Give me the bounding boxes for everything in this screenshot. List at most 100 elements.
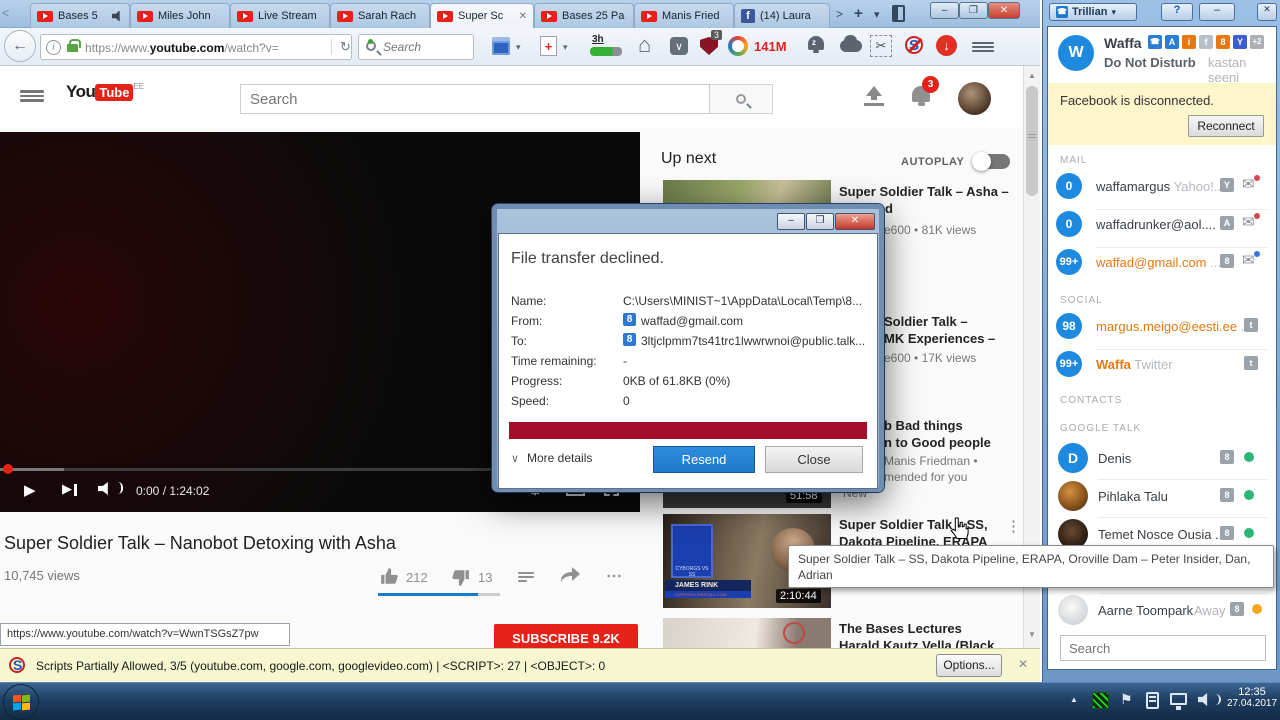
noscript-icon[interactable]: S	[904, 35, 926, 57]
user-avatar[interactable]: W	[1058, 35, 1094, 71]
session-timer-badge[interactable]: 3h	[592, 34, 604, 45]
contact-avatar[interactable]: D	[1058, 443, 1088, 473]
health-report-icon[interactable]: +	[540, 36, 557, 56]
trillian-minimize-button[interactable]: –	[1199, 3, 1235, 21]
tray-network-activity-icon[interactable]	[1092, 692, 1109, 709]
upnext-video-meta[interactable]: mended for you	[884, 470, 967, 485]
mail-account-row[interactable]: waffamargus Yahoo!...	[1096, 179, 1225, 194]
window-minimize-button[interactable]: –	[930, 2, 959, 19]
more-actions-icon[interactable]: ⋯	[606, 566, 622, 586]
envelope-icon[interactable]: ✉	[1242, 251, 1255, 269]
window-close-button[interactable]: ✕	[988, 2, 1020, 19]
user-status[interactable]: Do Not Disturb	[1104, 55, 1196, 70]
tray-network-icon[interactable]	[1170, 693, 1187, 705]
reload-icon[interactable]: ↻	[331, 39, 351, 55]
upnext-video-title[interactable]: Soldier Talk –	[884, 313, 968, 330]
upnext-video-title[interactable]: n to Good people	[884, 434, 991, 451]
youtube-logo[interactable]: YouTubeEE	[66, 82, 144, 102]
tab-audio-icon[interactable]	[112, 11, 123, 22]
upnext-video-meta[interactable]: e600 • 17K views	[884, 351, 976, 366]
back-button[interactable]: ←	[4, 30, 36, 62]
sidebar-toggle-icon[interactable]	[892, 5, 905, 22]
yahoo-service-icon[interactable]: Y	[1233, 35, 1247, 49]
tab-bases25[interactable]: Bases 25 Pa	[534, 3, 634, 28]
tab-sarahrach[interactable]: Sarah Rach	[330, 3, 430, 28]
close-button[interactable]: Close	[765, 446, 863, 473]
youtube-search-input[interactable]	[240, 84, 710, 114]
contact-name[interactable]: Pihlaka Talu	[1098, 489, 1168, 504]
noscript-close-icon[interactable]: ✕	[1018, 657, 1028, 671]
tray-action-flag-icon[interactable]: ⚑	[1120, 691, 1133, 708]
dialog-restore-button[interactable]: ❐	[806, 213, 834, 230]
account-avatar[interactable]	[958, 82, 991, 115]
url-bar[interactable]: i https://www.youtube.com/watch?v= ↻	[40, 34, 352, 60]
upnext-video-meta[interactable]: e600 • 81K views	[884, 223, 976, 238]
taskbar-clock[interactable]: 12:35 27.04.2017	[1226, 686, 1278, 709]
social-account-row[interactable]: Waffa Twitter	[1096, 357, 1173, 372]
play-button-icon[interactable]: ▶	[24, 481, 36, 499]
contact-name[interactable]: Temet Nosce Ousia ...	[1098, 527, 1226, 542]
pocket-icon[interactable]: ∨	[670, 37, 688, 55]
tab-scroll-right-icon[interactable]: >	[836, 7, 843, 21]
next-button-icon[interactable]: ▶	[62, 481, 72, 497]
tab-livestream[interactable]: Live Stream	[230, 3, 330, 28]
youtube-search-button[interactable]	[710, 84, 773, 114]
upnext-video-title[interactable]: The Bases Lectures	[839, 620, 962, 637]
dislike-button[interactable]	[450, 568, 470, 591]
contact-avatar[interactable]	[1058, 481, 1088, 511]
scrollbar-up-arrow[interactable]: ▲	[1028, 71, 1036, 80]
upload-icon[interactable]	[862, 86, 886, 106]
add-to-playlist-icon[interactable]	[518, 570, 534, 584]
reconnect-button[interactable]: Reconnect	[1188, 115, 1264, 137]
ghostery-icon[interactable]	[840, 40, 862, 52]
noscript-options-button[interactable]: Options...	[936, 654, 1002, 677]
tray-volume-icon[interactable]	[1198, 693, 1211, 706]
contact-avatar[interactable]	[1058, 595, 1088, 625]
save-session-icon[interactable]	[492, 37, 510, 55]
icq-service-icon[interactable]: i	[1182, 35, 1196, 49]
mail-account-row[interactable]: waffadrunker@aol....	[1096, 217, 1216, 232]
facebook-service-icon[interactable]: f	[1199, 35, 1213, 49]
firefox-search-box[interactable]	[358, 34, 474, 60]
url-text[interactable]: https://www.youtube.com/watch?v=	[85, 41, 279, 55]
social-account-row[interactable]: margus.meigo@eesti.ee ...	[1096, 319, 1252, 334]
scrollbar-thumb[interactable]	[1026, 86, 1038, 196]
tab-list-dropdown-icon[interactable]: ▾	[874, 8, 880, 21]
envelope-icon[interactable]: ✉	[1242, 213, 1255, 231]
snooze-bell-icon[interactable]: z	[808, 36, 824, 50]
contact-search-input[interactable]	[1060, 635, 1266, 661]
upnext-video-meta[interactable]: Manis Friedman •	[884, 454, 978, 469]
tab-scroll-left-icon[interactable]: <	[2, 6, 9, 20]
contact-name[interactable]: Denis	[1098, 451, 1131, 466]
file-transfer-dialog[interactable]: – ❐ ✕ File transfer declined. Name: C:\U…	[492, 204, 884, 492]
upnext-video-title[interactable]: Super Soldier Talk – SS,	[839, 516, 988, 533]
volume-icon[interactable]	[98, 482, 112, 495]
trillian-service-icon[interactable]: ☎	[1148, 35, 1162, 49]
youtube-guide-hamburger-icon[interactable]	[20, 88, 44, 104]
envelope-icon[interactable]: ✉	[1242, 175, 1255, 193]
mail-account-row[interactable]: waffad@gmail.com ...	[1096, 255, 1221, 270]
tray-clipboard-icon[interactable]	[1146, 692, 1159, 709]
player-playhead[interactable]	[3, 464, 13, 474]
tab-manisfried[interactable]: Manis Fried	[634, 3, 734, 28]
new-tab-button[interactable]: +	[854, 5, 863, 22]
tab-close-icon[interactable]: ✕	[519, 11, 527, 22]
page-info-icon[interactable]: i	[46, 40, 61, 55]
my-activity-icon[interactable]	[728, 36, 748, 56]
https-lock-icon[interactable]	[67, 44, 78, 52]
save-dropdown-icon[interactable]: ▾	[516, 42, 521, 53]
search-input[interactable]	[383, 38, 467, 56]
more-details-toggle[interactable]: More details	[527, 451, 592, 465]
tab-bases5[interactable]: Bases 5	[30, 3, 130, 28]
health-dropdown-icon[interactable]: ▾	[563, 42, 568, 53]
gtalk-service-icon[interactable]: 8	[1216, 35, 1230, 49]
start-button[interactable]	[3, 684, 39, 720]
tray-expand-icon[interactable]: ▲	[1070, 695, 1078, 704]
video-kebab-menu-icon[interactable]: ⋮	[1006, 517, 1021, 535]
trillian-close-button[interactable]: ✕	[1257, 3, 1277, 21]
window-restore-button[interactable]: ❐	[959, 2, 988, 19]
upnext-video-title[interactable]: MK Experiences –	[884, 330, 995, 347]
home-icon[interactable]: ⌂	[638, 32, 651, 58]
more-details-chevron-icon[interactable]: ∨	[511, 452, 519, 465]
scrollbar-down-arrow[interactable]: ▼	[1028, 630, 1036, 639]
